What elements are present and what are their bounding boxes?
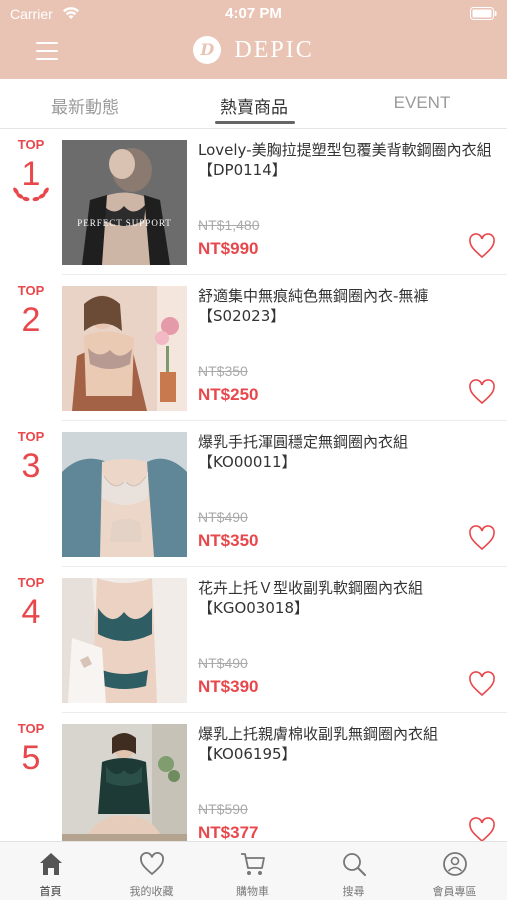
status-bar: Carrier 4:07 PM bbox=[0, 0, 507, 28]
product-title[interactable]: 爆乳上托親膚棉收副乳無鋼圈內衣組【KO06195】 bbox=[198, 724, 498, 764]
tab-hot-products[interactable]: 熱賣商品 bbox=[214, 93, 294, 118]
bottom-tab-bar: 首頁 我的收藏 購物車 搜尋 會員專區 bbox=[0, 841, 507, 900]
nav-label: 首頁 bbox=[39, 885, 62, 898]
nav-cart[interactable]: 購物車 bbox=[202, 842, 303, 900]
favorite-heart-icon[interactable] bbox=[468, 671, 496, 697]
sale-price: NT$250 bbox=[198, 385, 259, 404]
rank-number: 1 bbox=[21, 155, 41, 193]
rank-top-label: TOP bbox=[17, 575, 45, 590]
active-tab-indicator bbox=[215, 121, 295, 124]
favorite-heart-icon[interactable] bbox=[468, 233, 496, 259]
rank-top-label: TOP bbox=[17, 721, 45, 736]
rank-number: 4 bbox=[21, 593, 41, 631]
nav-label: 我的收藏 bbox=[129, 885, 174, 898]
product-item[interactable]: TOP 2 舒適集中無痕純色無鋼圈內衣-無褲【S02023】 NT$350 NT… bbox=[0, 275, 507, 421]
tab-bar: 最新動態 熱賣商品 EVENT bbox=[0, 79, 507, 129]
original-price: NT$490 bbox=[198, 655, 248, 671]
search-icon bbox=[343, 853, 366, 876]
brand-logo: DEPIC bbox=[0, 36, 507, 64]
sale-price: NT$990 bbox=[198, 239, 259, 258]
original-price: NT$490 bbox=[198, 509, 248, 525]
product-item[interactable]: TOP 5 爆乳上托親膚棉收副乳無鋼圈內衣組【KO06195】 NT$590 N… bbox=[0, 713, 507, 841]
favorite-heart-icon[interactable] bbox=[468, 379, 496, 405]
tab-event[interactable]: EVENT bbox=[392, 93, 452, 113]
user-icon bbox=[443, 852, 467, 876]
product-title[interactable]: 舒適集中無痕純色無鋼圈內衣-無褲【S02023】 bbox=[198, 286, 498, 326]
rank-number: 2 bbox=[21, 301, 41, 339]
product-image[interactable] bbox=[62, 286, 187, 411]
rank-top-label: TOP bbox=[17, 283, 45, 298]
sale-price: NT$390 bbox=[198, 677, 259, 696]
battery-icon bbox=[470, 7, 497, 20]
nav-label: 搜尋 bbox=[342, 885, 365, 898]
rank-top-label: TOP bbox=[17, 429, 45, 444]
favorite-heart-icon[interactable] bbox=[468, 817, 496, 841]
original-price: NT$1,480 bbox=[198, 217, 260, 233]
status-time: 4:07 PM bbox=[225, 5, 282, 22]
sale-price: NT$377 bbox=[198, 823, 259, 841]
product-image[interactable] bbox=[62, 432, 187, 557]
tab-latest-news[interactable]: 最新動態 bbox=[48, 93, 122, 118]
app-header-area: Carrier 4:07 PM DEPIC bbox=[0, 0, 507, 79]
logo-mark-icon bbox=[193, 36, 222, 64]
rank-number: 5 bbox=[21, 739, 41, 777]
heart-icon bbox=[140, 852, 164, 876]
product-item[interactable]: TOP 3 爆乳手托渾圓穩定無鋼圈內衣組【KO00011】 NT$490 NT$… bbox=[0, 421, 507, 567]
product-title[interactable]: Lovely-美胸拉提塑型包覆美背軟鋼圈內衣組【DP0114】 bbox=[198, 140, 498, 180]
nav-label: 購物車 bbox=[236, 885, 269, 898]
home-icon bbox=[40, 853, 62, 875]
logo-text: DEPIC bbox=[234, 36, 314, 63]
product-list: TOP 1 PERFECT SUPPORT Lovely-美胸拉提塑型包覆美背軟… bbox=[0, 129, 507, 841]
rank-top-label: TOP bbox=[17, 137, 45, 152]
nav-favorites[interactable]: 我的收藏 bbox=[101, 842, 202, 900]
nav-member[interactable]: 會員專區 bbox=[404, 842, 505, 900]
nav-search[interactable]: 搜尋 bbox=[303, 842, 404, 900]
product-item[interactable]: TOP 1 PERFECT SUPPORT Lovely-美胸拉提塑型包覆美背軟… bbox=[0, 129, 507, 275]
nav-label: 會員專區 bbox=[432, 885, 477, 898]
favorite-heart-icon[interactable] bbox=[468, 525, 496, 551]
original-price: NT$350 bbox=[198, 363, 248, 379]
nav-home[interactable]: 首頁 bbox=[0, 842, 101, 900]
product-image[interactable] bbox=[62, 724, 187, 841]
product-title[interactable]: 爆乳手托渾圓穩定無鋼圈內衣組【KO00011】 bbox=[198, 432, 498, 472]
cart-icon bbox=[241, 853, 265, 875]
product-title[interactable]: 花卉上托Ｖ型收副乳軟鋼圈內衣組【KGO03018】 bbox=[198, 578, 498, 618]
product-item[interactable]: TOP 4 花卉上托Ｖ型收副乳軟鋼圈內衣組【KGO03018】 NT$490 N… bbox=[0, 567, 507, 713]
sale-price: NT$350 bbox=[198, 531, 259, 550]
navigation-header: DEPIC bbox=[0, 28, 507, 79]
original-price: NT$590 bbox=[198, 801, 248, 817]
product-image[interactable] bbox=[62, 578, 187, 703]
product-image[interactable]: PERFECT SUPPORT bbox=[62, 140, 187, 265]
rank-number: 3 bbox=[21, 447, 41, 485]
image-caption: PERFECT SUPPORT bbox=[77, 218, 172, 228]
